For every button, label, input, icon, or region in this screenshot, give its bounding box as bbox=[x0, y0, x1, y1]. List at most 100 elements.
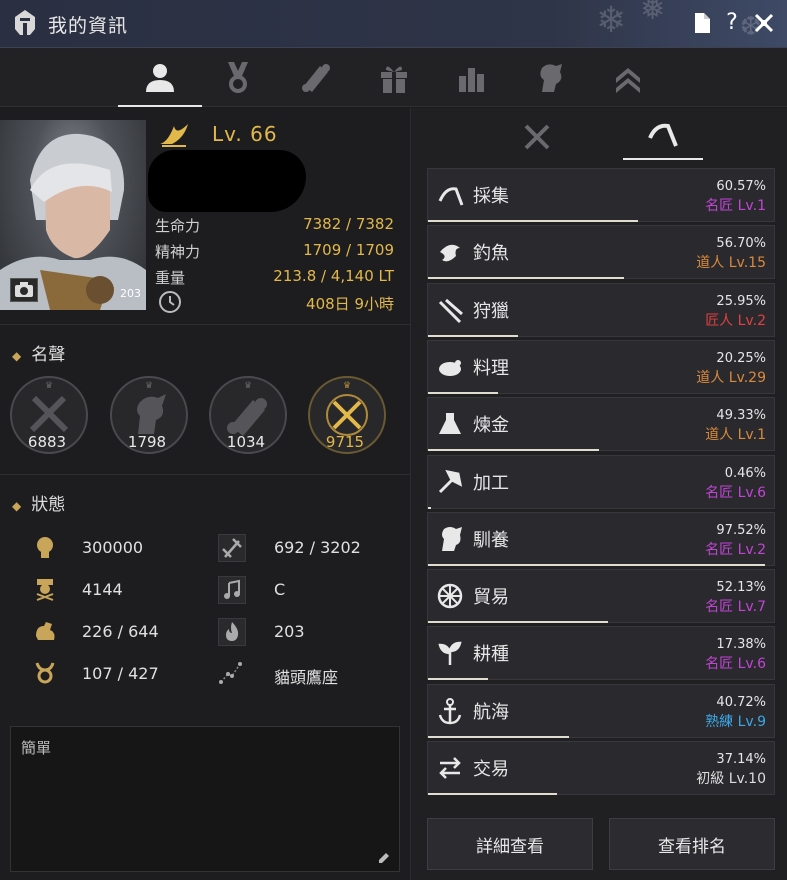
knight-icon bbox=[540, 64, 562, 92]
life-skill-progress-bar bbox=[428, 277, 625, 280]
life-skill-row[interactable]: 採集 60.57% 名匠 Lv.1 bbox=[427, 168, 775, 222]
life-skill-percent: 20.25% bbox=[716, 350, 766, 366]
title-bar: 我的資訊 ❄ ❅ ❆ ? bbox=[0, 0, 787, 48]
tab-medal[interactable] bbox=[208, 52, 268, 104]
life-skill-progress-bar bbox=[428, 678, 489, 681]
fame-total-value: 9715 bbox=[325, 433, 365, 451]
life-skill-row[interactable]: 交易 37.14% 初級 Lv.10 bbox=[427, 741, 775, 795]
fame-combat-value: 6883 bbox=[27, 433, 67, 451]
stat-value-mp: 1709 / 1709 bbox=[303, 241, 394, 259]
life-skill-percent: 56.70% bbox=[716, 236, 766, 252]
fire-icon bbox=[226, 622, 239, 641]
life-skill-grade: 名匠 Lv.2 bbox=[705, 541, 766, 558]
sickle-icon bbox=[438, 187, 464, 206]
life-skill-row[interactable]: 釣魚 56.70% 道人 Lv.15 bbox=[427, 225, 775, 280]
svg-text:♛: ♛ bbox=[343, 381, 351, 391]
help-icon[interactable]: ? bbox=[720, 11, 744, 35]
constellation-icon bbox=[219, 662, 242, 684]
life-skill-progress-bar bbox=[428, 449, 599, 452]
life-skill-progress-bar bbox=[428, 563, 766, 566]
character-level: Lv. 66 bbox=[212, 122, 278, 146]
life-skill-progress-bar bbox=[428, 621, 609, 624]
close-icon[interactable] bbox=[752, 11, 776, 35]
cooking-icon bbox=[439, 359, 461, 376]
anchor-icon bbox=[438, 697, 462, 724]
life-skill-row[interactable]: 加工 0.46% 名匠 Lv.6 bbox=[427, 454, 775, 509]
status-value-music-grade: C bbox=[274, 580, 286, 599]
status-value-energy: 300000 bbox=[82, 538, 144, 557]
window-title: 我的資訊 bbox=[48, 15, 129, 37]
tab-scroll[interactable] bbox=[286, 52, 346, 104]
tab-knight[interactable] bbox=[520, 52, 580, 104]
life-skill-name: 狩獵 bbox=[473, 300, 509, 322]
life-skill-row[interactable]: 耕種 17.38% 名匠 Lv.6 bbox=[427, 626, 775, 681]
stat-value-hp: 7382 / 7382 bbox=[303, 215, 394, 233]
level-wing-icon bbox=[160, 124, 188, 147]
hunting-icon bbox=[438, 298, 463, 323]
life-skill-percent: 17.38% bbox=[716, 637, 766, 653]
details-button[interactable]: 詳細查看 bbox=[427, 818, 593, 870]
snowflake-decor-icon: ❄ bbox=[596, 0, 627, 41]
life-skill-progress-bar bbox=[428, 220, 638, 222]
tab-combat[interactable] bbox=[497, 116, 577, 158]
tab-profile[interactable] bbox=[118, 52, 202, 107]
life-skill-grade: 熟練 Lv.9 bbox=[705, 713, 766, 730]
life-skill-name: 耕種 bbox=[473, 644, 509, 666]
profile-icon bbox=[146, 64, 174, 92]
life-skill-row[interactable]: 航海 40.72% 熟練 Lv.9 bbox=[427, 683, 775, 738]
status-value-weight-stat: 107 / 427 bbox=[82, 664, 159, 683]
life-skill-grade: 名匠 Lv.6 bbox=[705, 656, 766, 673]
document-icon[interactable] bbox=[690, 11, 714, 35]
main-tab-bar bbox=[0, 48, 787, 107]
pencil-icon[interactable] bbox=[377, 851, 391, 865]
life-skills-panel: 採集 60.57% 名匠 Lv.1 釣魚 56.70% 道人 Lv.15 狩獵 25.95% 匠… bbox=[410, 108, 787, 880]
snowflake-decor-icon: ❅ bbox=[640, 0, 666, 27]
life-skill-name: 貿易 bbox=[473, 587, 509, 609]
taurus-icon bbox=[35, 662, 55, 684]
life-skill-percent: 0.46% bbox=[724, 465, 766, 481]
ranking-button[interactable]: 查看排名 bbox=[609, 818, 775, 870]
fame-life-value: 1798 bbox=[127, 433, 167, 451]
stat-label-weight: 重量 bbox=[155, 269, 186, 287]
life-skill-name: 釣魚 bbox=[473, 243, 509, 265]
camera-icon bbox=[15, 282, 33, 297]
status-axe bbox=[218, 534, 246, 562]
tab-rank-up[interactable] bbox=[598, 52, 658, 104]
life-skill-row[interactable]: 狩獵 25.95% 匠人 Lv.2 bbox=[427, 282, 775, 337]
status-value-contribution: 692 / 3202 bbox=[274, 538, 361, 557]
life-skill-row[interactable]: 料理 20.25% 道人 Lv.29 bbox=[427, 339, 775, 394]
life-skill-grade: 道人 Lv.29 bbox=[696, 369, 766, 386]
life-skill-grade: 道人 Lv.15 bbox=[696, 255, 766, 272]
head-icon bbox=[37, 537, 53, 558]
life-skill-grade: 名匠 Lv.7 bbox=[705, 599, 766, 616]
hammer-icon bbox=[438, 469, 463, 493]
svg-text:♛: ♛ bbox=[145, 381, 153, 391]
life-skill-grade: 初級 Lv.10 bbox=[696, 771, 766, 787]
stat-label-hp: 生命力 bbox=[155, 217, 201, 235]
life-skill-row[interactable]: 馴養 97.52% 名匠 Lv.2 bbox=[427, 511, 775, 566]
memo-textarea[interactable]: 簡單 bbox=[10, 726, 400, 872]
tab-life-skills[interactable] bbox=[623, 116, 703, 160]
life-skill-name: 加工 bbox=[473, 472, 509, 494]
medal-icon bbox=[228, 62, 248, 93]
life-skill-progress-bar bbox=[428, 391, 499, 394]
life-skill-row[interactable]: 煉金 49.33% 道人 Lv.1 bbox=[427, 397, 775, 452]
status-music bbox=[218, 576, 246, 604]
camera-button[interactable] bbox=[10, 278, 38, 302]
scroll-icon bbox=[302, 64, 330, 92]
life-skill-percent: 52.13% bbox=[716, 580, 766, 596]
status-section-title: ◆ 狀態 bbox=[12, 495, 66, 515]
diamond-bullet-icon: ◆ bbox=[12, 349, 22, 363]
status-value-fire: 203 bbox=[274, 622, 305, 641]
character-portrait: 203 bbox=[0, 120, 146, 310]
life-skill-progress-bar bbox=[428, 793, 557, 795]
life-skill-name: 採集 bbox=[473, 186, 509, 207]
tab-chart[interactable] bbox=[442, 52, 502, 104]
life-skill-grade: 匠人 Lv.2 bbox=[705, 312, 766, 329]
life-skill-percent: 60.57% bbox=[716, 179, 766, 194]
memo-placeholder: 簡單 bbox=[21, 739, 52, 757]
life-skill-row[interactable]: 貿易 52.13% 名匠 Lv.7 bbox=[427, 569, 775, 624]
life-skill-name: 料理 bbox=[473, 357, 509, 379]
tab-gift[interactable] bbox=[364, 52, 424, 104]
status-value-constellation: 貓頭鷹座 bbox=[274, 668, 339, 687]
